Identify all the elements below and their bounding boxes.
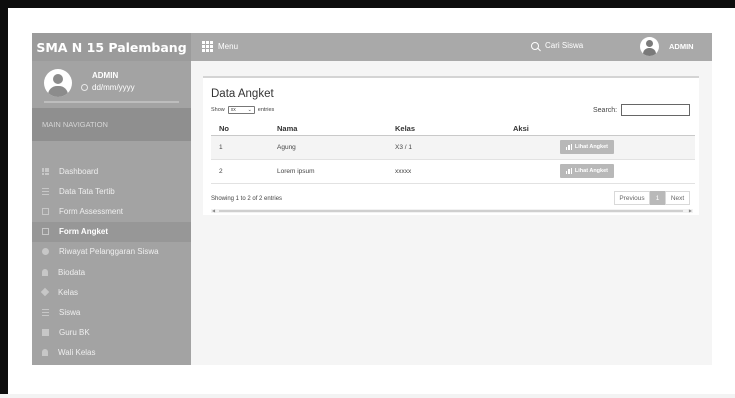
nav-header: MAIN NAVIGATION bbox=[32, 108, 191, 141]
screen-border-top bbox=[0, 0, 735, 8]
bar-chart-icon bbox=[566, 168, 572, 174]
data-angket-panel: Data Angket Show xx ⌄ entries Search: No… bbox=[203, 76, 699, 215]
lihat-angket-button[interactable]: Lihat Angket bbox=[560, 164, 614, 178]
search-student-label: Cari Siswa bbox=[545, 41, 584, 50]
sidebar-item-label: Form Assessment bbox=[59, 206, 124, 216]
sidebar-item-label: Guru BK bbox=[59, 328, 90, 338]
menu-toggle-button[interactable]: Menu bbox=[202, 41, 238, 52]
entries-label: entries bbox=[257, 107, 275, 113]
scroll-right-icon[interactable]: ▶ bbox=[689, 208, 692, 213]
table-row: 1 Agung X3 / 1 Lihat Angket bbox=[211, 135, 695, 160]
user-date: dd/mm/yyyy bbox=[81, 83, 135, 92]
pagination: Previous 1 Next bbox=[614, 191, 690, 205]
show-label: Show bbox=[211, 107, 225, 113]
horizontal-scrollbar[interactable]: ◀ ▶ bbox=[211, 208, 693, 213]
sidebar-item-label: Siswa bbox=[59, 307, 81, 317]
chevron-down-icon: ⌄ bbox=[247, 107, 252, 113]
form-icon bbox=[42, 207, 49, 215]
user-avatar-icon bbox=[640, 37, 659, 56]
user-menu[interactable]: ADMIN bbox=[640, 37, 694, 56]
entries-select-value: xx bbox=[230, 107, 236, 113]
tag-icon bbox=[40, 287, 50, 297]
sidebar-item-form-angket[interactable]: Form Angket bbox=[32, 221, 191, 242]
user-panel: ADMIN dd/mm/yyyy bbox=[32, 61, 191, 107]
form-icon bbox=[42, 228, 49, 236]
lihat-angket-button[interactable]: Lihat Angket bbox=[560, 140, 614, 154]
search-label: Search: bbox=[593, 106, 618, 114]
search-icon bbox=[531, 41, 539, 50]
user-icon bbox=[42, 268, 48, 276]
clock-icon bbox=[81, 84, 88, 91]
sidebar-item-label: Dashboard bbox=[59, 166, 99, 176]
sidebar-item-form-assessment[interactable]: Form Assessment bbox=[32, 201, 191, 221]
sidebar-item-biodata[interactable]: Biodata bbox=[32, 262, 191, 282]
page-button-1[interactable]: 1 bbox=[650, 191, 665, 205]
sidebar-item-dashboard[interactable]: Dashboard bbox=[32, 161, 191, 181]
grid-icon bbox=[42, 167, 49, 175]
angket-table: No Nama Kelas Aksi 1 Agung X3 / 1 Lihat … bbox=[211, 122, 695, 184]
sidebar-item-label: Kelas bbox=[58, 287, 79, 297]
sidebar-item-label: Data Tata Tertib bbox=[59, 186, 115, 196]
user-avatar-icon bbox=[44, 69, 72, 97]
page-title: Data Angket bbox=[211, 88, 274, 100]
book-icon bbox=[42, 329, 49, 337]
bar-chart-icon bbox=[566, 144, 572, 150]
scrollbar-thumb[interactable] bbox=[219, 210, 683, 212]
sidebar-item-guru-bk[interactable]: Guru BK bbox=[32, 323, 191, 343]
table-info: Showing 1 to 2 of 2 entries bbox=[211, 196, 283, 202]
menu-grid-icon bbox=[202, 41, 213, 52]
cell-aksi: Lihat Angket bbox=[513, 135, 695, 160]
brand-logo[interactable]: SMA N 15 Palembang bbox=[32, 33, 191, 61]
user-icon bbox=[42, 349, 48, 357]
list-icon bbox=[42, 187, 49, 195]
table-search: Search: bbox=[593, 104, 691, 116]
column-header-kelas[interactable]: Kelas bbox=[395, 122, 513, 136]
screen-border-bottom bbox=[0, 394, 735, 398]
sidebar: ADMIN dd/mm/yyyy MAIN NAVIGATION Dashboa… bbox=[32, 61, 191, 365]
sidebar-item-riwayat-pelanggaran[interactable]: Riwayat Pelanggaran Siswa bbox=[32, 242, 191, 262]
entries-select[interactable]: xx ⌄ bbox=[227, 106, 255, 114]
cell-kelas: X3 / 1 bbox=[395, 135, 513, 160]
cell-aksi: Lihat Angket bbox=[513, 159, 695, 184]
screen-border-left bbox=[0, 0, 8, 398]
column-header-aksi[interactable]: Aksi bbox=[513, 122, 695, 136]
user-menu-label: ADMIN bbox=[669, 42, 694, 51]
entries-length-control: Show xx ⌄ entries bbox=[211, 106, 274, 114]
cell-kelas: xxxxx bbox=[395, 159, 513, 184]
sidebar-nav: Dashboard Data Tata Tertib Form Assessme… bbox=[32, 161, 191, 363]
panel-divider bbox=[44, 101, 179, 103]
table-header-row: No Nama Kelas Aksi bbox=[211, 122, 695, 136]
search-student-link[interactable]: Cari Siswa bbox=[531, 41, 583, 50]
sidebar-item-siswa[interactable]: Siswa bbox=[32, 302, 191, 322]
lihat-angket-label: Lihat Angket bbox=[574, 144, 608, 150]
graduation-icon bbox=[42, 308, 49, 316]
history-icon bbox=[42, 248, 49, 256]
cell-nama: Agung bbox=[277, 135, 395, 160]
sidebar-item-data-tata-tertib[interactable]: Data Tata Tertib bbox=[32, 181, 191, 201]
sidebar-item-wali-kelas[interactable]: Wali Kelas bbox=[32, 343, 191, 363]
sidebar-item-label: Form Angket bbox=[59, 227, 109, 237]
sidebar-item-label: Biodata bbox=[58, 267, 86, 277]
user-date-text: dd/mm/yyyy bbox=[92, 83, 135, 92]
menu-label: Menu bbox=[218, 42, 239, 51]
user-name: ADMIN bbox=[92, 71, 119, 80]
column-header-nama[interactable]: Nama bbox=[277, 122, 395, 136]
top-navbar: Menu Cari Siswa ADMIN bbox=[191, 33, 712, 61]
previous-page-button[interactable]: Previous bbox=[614, 191, 650, 205]
scroll-left-icon[interactable]: ◀ bbox=[212, 208, 215, 213]
sidebar-item-label: Wali Kelas bbox=[58, 348, 96, 358]
sidebar-item-kelas[interactable]: Kelas bbox=[32, 282, 191, 302]
cell-no: 2 bbox=[211, 159, 277, 184]
search-input[interactable] bbox=[621, 104, 691, 116]
next-page-button[interactable]: Next bbox=[665, 191, 690, 205]
main-content: Data Angket Show xx ⌄ entries Search: No… bbox=[191, 61, 712, 365]
cell-no: 1 bbox=[211, 135, 277, 160]
app-window: SMA N 15 Palembang Menu Cari Siswa ADMIN… bbox=[32, 33, 712, 365]
cell-nama: Lorem ipsum bbox=[277, 159, 395, 184]
sidebar-item-label: Riwayat Pelanggaran Siswa bbox=[59, 247, 159, 257]
lihat-angket-label: Lihat Angket bbox=[574, 168, 608, 174]
column-header-no[interactable]: No bbox=[211, 122, 277, 136]
table-row: 2 Lorem ipsum xxxxx Lihat Angket bbox=[211, 159, 695, 184]
